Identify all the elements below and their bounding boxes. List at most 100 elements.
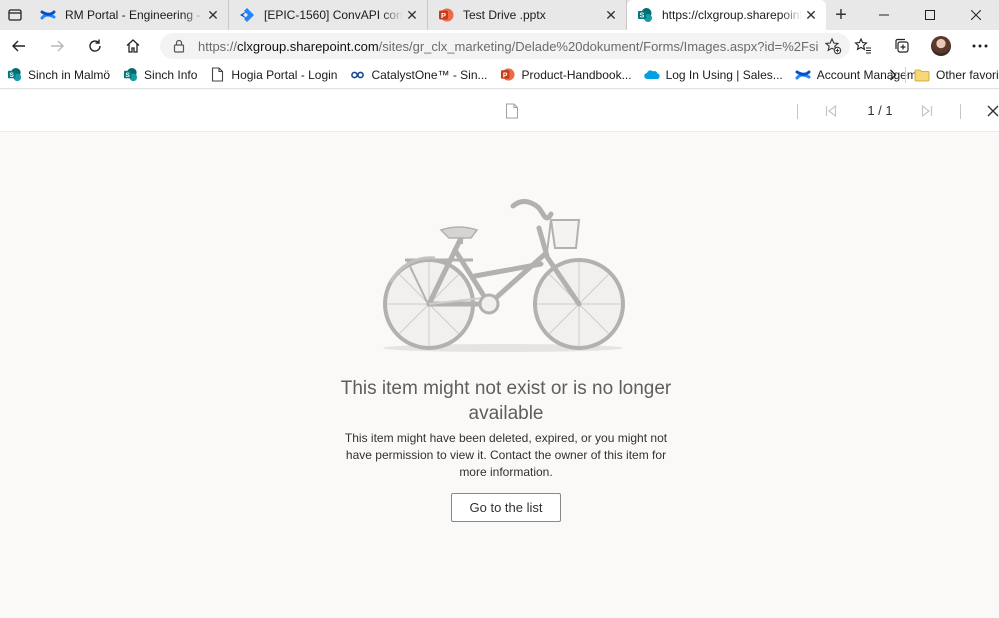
last-page-button[interactable] <box>918 102 936 120</box>
url-path: /sites/gr_clx_marketing/Delade%20dokumen… <box>378 38 818 54</box>
favorites-star-icon <box>853 37 871 54</box>
tab-rm-portal[interactable]: RM Portal - Engineering - Sinch ✕ <box>30 0 229 30</box>
svg-text:P: P <box>503 72 508 79</box>
close-tab-icon[interactable]: ✕ <box>403 6 421 24</box>
back-button[interactable] <box>0 30 38 61</box>
sharepoint-icon: S <box>637 7 653 23</box>
tab-title: Test Drive .pptx <box>463 8 546 22</box>
maximize-button[interactable] <box>907 0 953 30</box>
favorite-sinch-malmo[interactable]: S Sinch in Malmö <box>0 61 116 89</box>
tab-test-drive[interactable]: P Test Drive .pptx ✕ <box>428 0 627 30</box>
header-divider <box>960 104 961 119</box>
svg-text:S: S <box>640 13 645 20</box>
tab-title: [EPIC-1560] ConvAPI configuration <box>264 8 403 22</box>
link-icon <box>349 67 365 83</box>
address-bar[interactable]: https://clxgroup.sharepoint.com/sites/gr… <box>160 33 850 59</box>
home-icon <box>126 38 140 53</box>
tab-title: RM Portal - Engineering - Sinch <box>65 8 204 22</box>
favorites-bar: S Sinch in Malmö S Sinch Info Hogia Port… <box>0 61 999 89</box>
back-arrow-icon <box>12 40 25 51</box>
favorite-label: Hogia Portal - Login <box>231 67 338 82</box>
lock-icon[interactable] <box>170 37 188 55</box>
favorite-catalystone[interactable]: CatalystOne™ - Sin... <box>343 61 493 89</box>
window-controls <box>861 0 999 30</box>
last-page-icon <box>921 105 933 117</box>
svg-text:S: S <box>125 72 130 79</box>
bicycle-illustration <box>383 199 625 352</box>
favorites-button[interactable] <box>843 30 882 61</box>
favorite-account-management[interactable]: Account Managem... <box>789 61 933 89</box>
confluence-icon <box>795 67 811 83</box>
salesforce-icon <box>643 67 660 83</box>
profile-button[interactable] <box>921 30 960 61</box>
viewer-header: 1 / 1 <box>0 90 999 132</box>
close-tab-icon[interactable]: ✕ <box>802 6 820 24</box>
favorite-hogia[interactable]: Hogia Portal - Login <box>203 61 343 89</box>
tab-sharepoint[interactable]: S https://clxgroup.sharepoint.com ✕ <box>627 0 826 30</box>
first-page-icon <box>825 105 837 117</box>
add-favorite-icon[interactable] <box>824 37 842 55</box>
svg-text:P: P <box>441 11 446 20</box>
tab-title: https://clxgroup.sharepoint.com <box>662 8 802 22</box>
collections-button[interactable] <box>882 30 921 61</box>
refresh-icon <box>89 39 101 52</box>
minimize-icon <box>879 14 889 16</box>
close-viewer-button[interactable] <box>984 102 999 120</box>
forward-arrow-icon <box>51 40 64 51</box>
collections-icon <box>894 38 909 53</box>
favorites-overflow-button[interactable] <box>884 61 902 89</box>
favorite-label: Product-Handbook... <box>521 67 632 82</box>
refresh-button[interactable] <box>76 30 114 61</box>
powerpoint-icon: P <box>500 67 516 83</box>
chevron-right-icon <box>890 69 897 81</box>
close-icon <box>987 105 999 117</box>
page-icon <box>209 67 225 83</box>
folder-icon <box>914 67 930 83</box>
plus-icon: + <box>835 3 847 26</box>
new-tab-button[interactable]: + <box>826 0 856 30</box>
first-page-button[interactable] <box>822 102 840 120</box>
maximize-icon <box>925 10 935 20</box>
viewer-content: This item might not exist or is no longe… <box>0 132 999 618</box>
favorite-label: Log In Using | Sales... <box>665 67 783 82</box>
tab-actions-icon <box>8 9 22 21</box>
header-divider <box>797 104 798 119</box>
confluence-icon <box>40 7 56 23</box>
svg-text:S: S <box>9 72 14 79</box>
url-prefix: https:// <box>198 38 238 54</box>
settings-menu-button[interactable] <box>960 30 999 61</box>
document-icon <box>506 103 518 119</box>
forward-button[interactable] <box>38 30 76 61</box>
url-host: clxgroup.sharepoint.com <box>237 38 379 54</box>
favorite-label: Account Managem... <box>816 67 927 82</box>
jira-icon <box>239 7 255 23</box>
sharepoint-icon: S <box>122 67 138 83</box>
minimize-button[interactable] <box>861 0 907 30</box>
page-indicator: 1 / 1 <box>867 103 893 118</box>
favorites-divider <box>905 67 906 83</box>
tab-actions-button[interactable] <box>0 0 30 30</box>
other-favorites-label: Other favorites <box>936 68 999 82</box>
close-window-button[interactable] <box>953 0 999 30</box>
close-icon <box>971 10 981 20</box>
go-to-list-button[interactable]: Go to the list <box>451 493 561 522</box>
other-favorites-button[interactable]: Other favorites <box>914 61 999 89</box>
url-text: https://clxgroup.sharepoint.com/sites/gr… <box>198 39 818 54</box>
sharepoint-icon: S <box>6 67 22 83</box>
close-tab-icon[interactable]: ✕ <box>204 6 222 24</box>
favorite-label: Sinch Info <box>144 67 198 82</box>
favorite-product-handbook[interactable]: P Product-Handbook... <box>494 61 638 89</box>
avatar <box>930 35 951 56</box>
close-tab-icon[interactable]: ✕ <box>602 6 620 24</box>
home-button[interactable] <box>114 30 152 61</box>
tab-epic[interactable]: [EPIC-1560] ConvAPI configuration ✕ <box>229 0 428 30</box>
more-dots-icon <box>972 44 987 47</box>
error-title: This item might not exist or is no longe… <box>340 378 672 424</box>
favorite-sinch-info[interactable]: S Sinch Info <box>116 61 203 89</box>
favorite-label: CatalystOne™ - Sin... <box>371 67 488 82</box>
favorite-salesforce[interactable]: Log In Using | Sales... <box>638 61 789 89</box>
error-description: This item might have been deleted, expir… <box>344 431 668 479</box>
favorite-label: Sinch in Malmö <box>28 67 111 82</box>
browser-toolbar: https://clxgroup.sharepoint.com/sites/gr… <box>0 30 999 61</box>
powerpoint-icon: P <box>438 7 454 23</box>
